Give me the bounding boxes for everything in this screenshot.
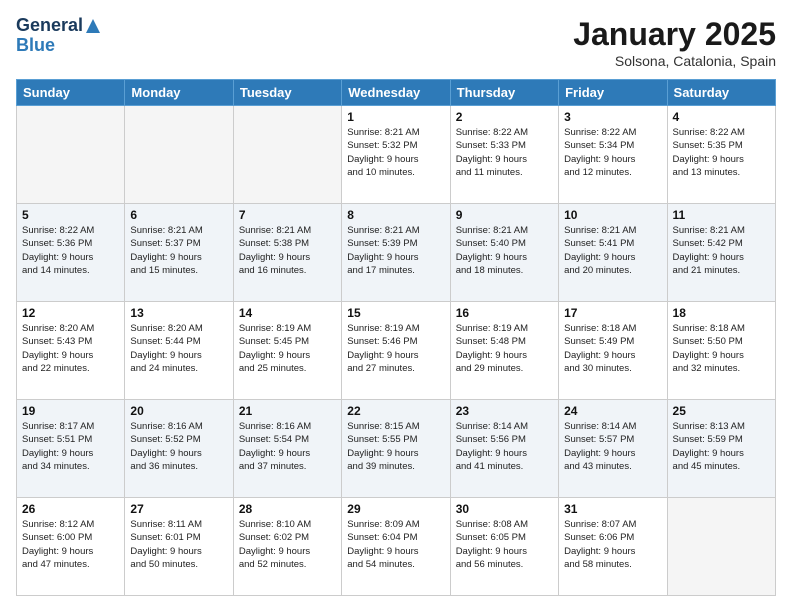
calendar: Sunday Monday Tuesday Wednesday Thursday…: [16, 79, 776, 596]
page-header: General Blue January 2025 Solsona, Catal…: [16, 16, 776, 69]
header-monday: Monday: [125, 80, 233, 106]
table-row: 4Sunrise: 8:22 AM Sunset: 5:35 PM Daylig…: [667, 106, 775, 204]
table-row: 31Sunrise: 8:07 AM Sunset: 6:06 PM Dayli…: [559, 498, 667, 596]
table-row: 10Sunrise: 8:21 AM Sunset: 5:41 PM Dayli…: [559, 204, 667, 302]
table-row: 6Sunrise: 8:21 AM Sunset: 5:37 PM Daylig…: [125, 204, 233, 302]
table-row: 5Sunrise: 8:22 AM Sunset: 5:36 PM Daylig…: [17, 204, 125, 302]
table-row: 25Sunrise: 8:13 AM Sunset: 5:59 PM Dayli…: [667, 400, 775, 498]
table-row: 23Sunrise: 8:14 AM Sunset: 5:56 PM Dayli…: [450, 400, 558, 498]
table-row: 13Sunrise: 8:20 AM Sunset: 5:44 PM Dayli…: [125, 302, 233, 400]
table-row: [667, 498, 775, 596]
table-row: [233, 106, 341, 204]
table-row: 14Sunrise: 8:19 AM Sunset: 5:45 PM Dayli…: [233, 302, 341, 400]
table-row: 15Sunrise: 8:19 AM Sunset: 5:46 PM Dayli…: [342, 302, 450, 400]
table-row: 16Sunrise: 8:19 AM Sunset: 5:48 PM Dayli…: [450, 302, 558, 400]
header-thursday: Thursday: [450, 80, 558, 106]
subtitle: Solsona, Catalonia, Spain: [573, 53, 776, 69]
table-row: 20Sunrise: 8:16 AM Sunset: 5:52 PM Dayli…: [125, 400, 233, 498]
table-row: 3Sunrise: 8:22 AM Sunset: 5:34 PM Daylig…: [559, 106, 667, 204]
table-row: 22Sunrise: 8:15 AM Sunset: 5:55 PM Dayli…: [342, 400, 450, 498]
table-row: 7Sunrise: 8:21 AM Sunset: 5:38 PM Daylig…: [233, 204, 341, 302]
table-row: 26Sunrise: 8:12 AM Sunset: 6:00 PM Dayli…: [17, 498, 125, 596]
logo-icon: [84, 17, 102, 35]
logo-blue: Blue: [16, 36, 102, 56]
table-row: [125, 106, 233, 204]
table-row: [17, 106, 125, 204]
header-wednesday: Wednesday: [342, 80, 450, 106]
table-row: 9Sunrise: 8:21 AM Sunset: 5:40 PM Daylig…: [450, 204, 558, 302]
table-row: 29Sunrise: 8:09 AM Sunset: 6:04 PM Dayli…: [342, 498, 450, 596]
header-friday: Friday: [559, 80, 667, 106]
table-row: 8Sunrise: 8:21 AM Sunset: 5:39 PM Daylig…: [342, 204, 450, 302]
table-row: 17Sunrise: 8:18 AM Sunset: 5:49 PM Dayli…: [559, 302, 667, 400]
header-sunday: Sunday: [17, 80, 125, 106]
calendar-header-row: Sunday Monday Tuesday Wednesday Thursday…: [17, 80, 776, 106]
table-row: 30Sunrise: 8:08 AM Sunset: 6:05 PM Dayli…: [450, 498, 558, 596]
logo-text: General: [16, 16, 102, 36]
table-row: 28Sunrise: 8:10 AM Sunset: 6:02 PM Dayli…: [233, 498, 341, 596]
table-row: 18Sunrise: 8:18 AM Sunset: 5:50 PM Dayli…: [667, 302, 775, 400]
table-row: 19Sunrise: 8:17 AM Sunset: 5:51 PM Dayli…: [17, 400, 125, 498]
table-row: 11Sunrise: 8:21 AM Sunset: 5:42 PM Dayli…: [667, 204, 775, 302]
month-title: January 2025: [573, 16, 776, 53]
table-row: 2Sunrise: 8:22 AM Sunset: 5:33 PM Daylig…: [450, 106, 558, 204]
logo: General Blue: [16, 16, 102, 56]
table-row: 21Sunrise: 8:16 AM Sunset: 5:54 PM Dayli…: [233, 400, 341, 498]
title-block: January 2025 Solsona, Catalonia, Spain: [573, 16, 776, 69]
table-row: 24Sunrise: 8:14 AM Sunset: 5:57 PM Dayli…: [559, 400, 667, 498]
table-row: 27Sunrise: 8:11 AM Sunset: 6:01 PM Dayli…: [125, 498, 233, 596]
table-row: 12Sunrise: 8:20 AM Sunset: 5:43 PM Dayli…: [17, 302, 125, 400]
table-row: 1Sunrise: 8:21 AM Sunset: 5:32 PM Daylig…: [342, 106, 450, 204]
header-saturday: Saturday: [667, 80, 775, 106]
header-tuesday: Tuesday: [233, 80, 341, 106]
